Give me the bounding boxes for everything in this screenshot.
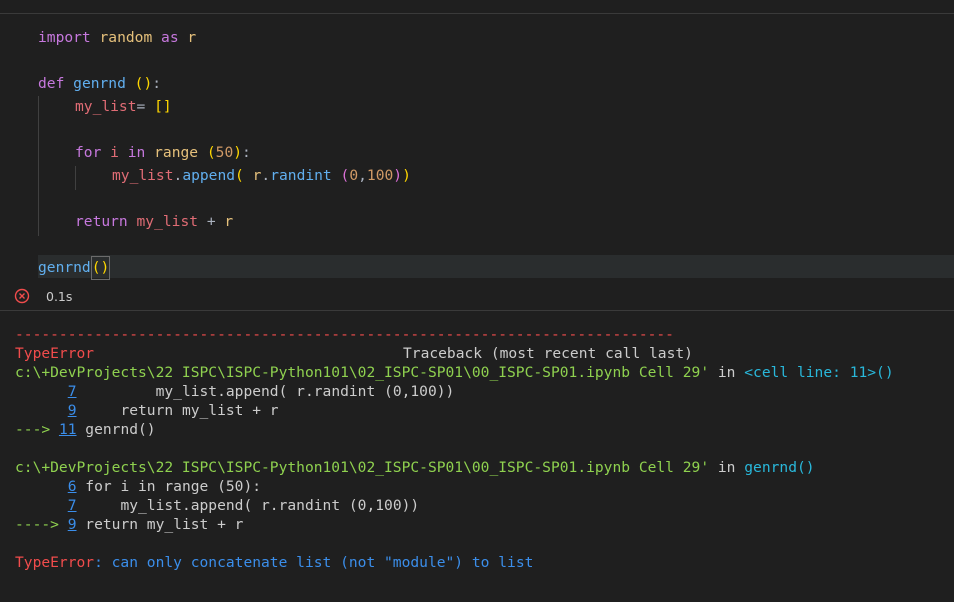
number: 50 [215, 144, 234, 161]
final-error-line: TypeError: can only concatenate list (no… [15, 553, 533, 572]
keyword-for: for [75, 144, 102, 161]
alias-name: r [187, 29, 197, 46]
arrow [15, 383, 68, 400]
frame-1-header: c:\+DevProjects\22 ISPC\ISPC-Python101\0… [15, 363, 894, 382]
dot: . [261, 167, 271, 184]
method-append: append [182, 167, 236, 184]
var-i: i [110, 144, 119, 161]
traceback-label: Traceback (most recent call last) [403, 345, 693, 362]
paren-close: ) [402, 167, 411, 184]
number: 0 [349, 167, 359, 184]
line-number-link[interactable]: 11 [59, 421, 77, 438]
line-number-link[interactable]: 7 [68, 383, 77, 400]
function-call: genrnd [38, 259, 91, 276]
module-name: random [99, 29, 153, 46]
builtin-range: range [154, 144, 199, 161]
keyword-as: as [161, 29, 179, 46]
arrow [15, 402, 68, 419]
method-randint: randint [270, 167, 332, 184]
frame-2-line: ----> 9 return my_list + r [15, 515, 243, 534]
arrow: ---> [15, 421, 59, 438]
code-line-5: my_list.append( r.randint (0,100)) [112, 165, 411, 187]
matched-parens: () [90, 256, 111, 280]
error-type: TypeError [15, 345, 95, 362]
editor-top-bar [0, 0, 954, 14]
assign: = [136, 98, 155, 115]
function-name: genrnd [73, 75, 126, 92]
frame-location: genrnd() [744, 459, 815, 476]
arrow: ----> [15, 516, 68, 533]
keyword-return: return [75, 213, 128, 230]
frame-2-line: 7 my_list.append( r.randint (0,100)) [15, 496, 419, 515]
keyword-import: import [38, 29, 91, 46]
source-code: my_list.append( r.randint (0,100)) [76, 383, 455, 400]
traceback-separator: ----------------------------------------… [15, 326, 674, 343]
paren-open: ( [340, 167, 350, 184]
colon: : [242, 144, 251, 161]
line-number-link[interactable]: 6 [68, 478, 77, 495]
frame-1-line: 9 return my_list + r [15, 401, 279, 420]
frame-path[interactable]: c:\+DevProjects\22 ISPC\ISPC-Python101\0… [15, 459, 709, 476]
frame-1-line: ---> 11 genrnd() [15, 420, 156, 439]
frame-2-line: 6 for i in range (50): [15, 477, 261, 496]
code-line-3: my_list= [] [75, 96, 172, 118]
source-code: for i in range (50): [76, 478, 262, 495]
paren-open: ( [235, 167, 244, 184]
number: 100 [366, 167, 394, 184]
code-line-2: def genrnd (): [38, 73, 161, 95]
current-line-highlight [38, 255, 954, 278]
keyword-in: in [127, 144, 146, 161]
empty-list: [] [154, 98, 172, 115]
source-code: my_list.append( r.randint (0,100)) [76, 497, 420, 514]
module-r: r [224, 213, 234, 230]
error-circle-icon[interactable] [14, 288, 30, 304]
traceback-header: TypeError Traceback (most recent call las… [15, 344, 715, 363]
code-line-7: genrnd() [38, 256, 111, 280]
paren-close: ) [143, 75, 153, 92]
keyword-def: def [38, 75, 65, 92]
final-error-message: : can only concatenate list (not "module… [94, 554, 534, 571]
source-code: return my_list + r [76, 402, 279, 419]
line-number-link[interactable]: 9 [68, 516, 77, 533]
indent-guide [38, 96, 39, 236]
code-line-4: for i in range (50): [75, 142, 251, 164]
arrow [15, 478, 68, 495]
frame-path[interactable]: c:\+DevProjects\22 ISPC\ISPC-Python101\0… [15, 364, 709, 381]
source-code: return my_list + r [76, 516, 244, 533]
frame-2-header: c:\+DevProjects\22 ISPC\ISPC-Python101\0… [15, 458, 815, 477]
var-my-list: my_list [75, 98, 137, 115]
in-text: in [709, 364, 745, 381]
source-code: genrnd() [76, 421, 156, 438]
frame-location: <cell line: 11>() [744, 364, 894, 381]
code-cell[interactable]: import random as r def genrnd (): my_lis… [0, 14, 954, 284]
arrow [15, 497, 68, 514]
line-number-link[interactable]: 7 [68, 497, 77, 514]
line-number-link[interactable]: 9 [68, 402, 77, 419]
dot: . [173, 167, 183, 184]
execution-time: 0.1s [46, 289, 73, 304]
colon: : [152, 75, 162, 92]
operator-plus: + [206, 213, 216, 230]
paren-open: ( [206, 144, 216, 161]
paren-close: ) [393, 167, 403, 184]
indent-guide [75, 166, 76, 190]
var-my-list: my_list [136, 213, 199, 230]
var-my-list: my_list [112, 167, 174, 184]
final-error-type: TypeError [15, 554, 95, 571]
in-text: in [709, 459, 745, 476]
frame-1-line: 7 my_list.append( r.randint (0,100)) [15, 382, 455, 401]
paren-close: ) [233, 144, 243, 161]
comma: , [358, 167, 367, 184]
cell-status-bar: 0.1s [0, 284, 954, 311]
code-line-1: import random as r [38, 27, 196, 49]
code-line-6: return my_list + r [75, 211, 233, 233]
